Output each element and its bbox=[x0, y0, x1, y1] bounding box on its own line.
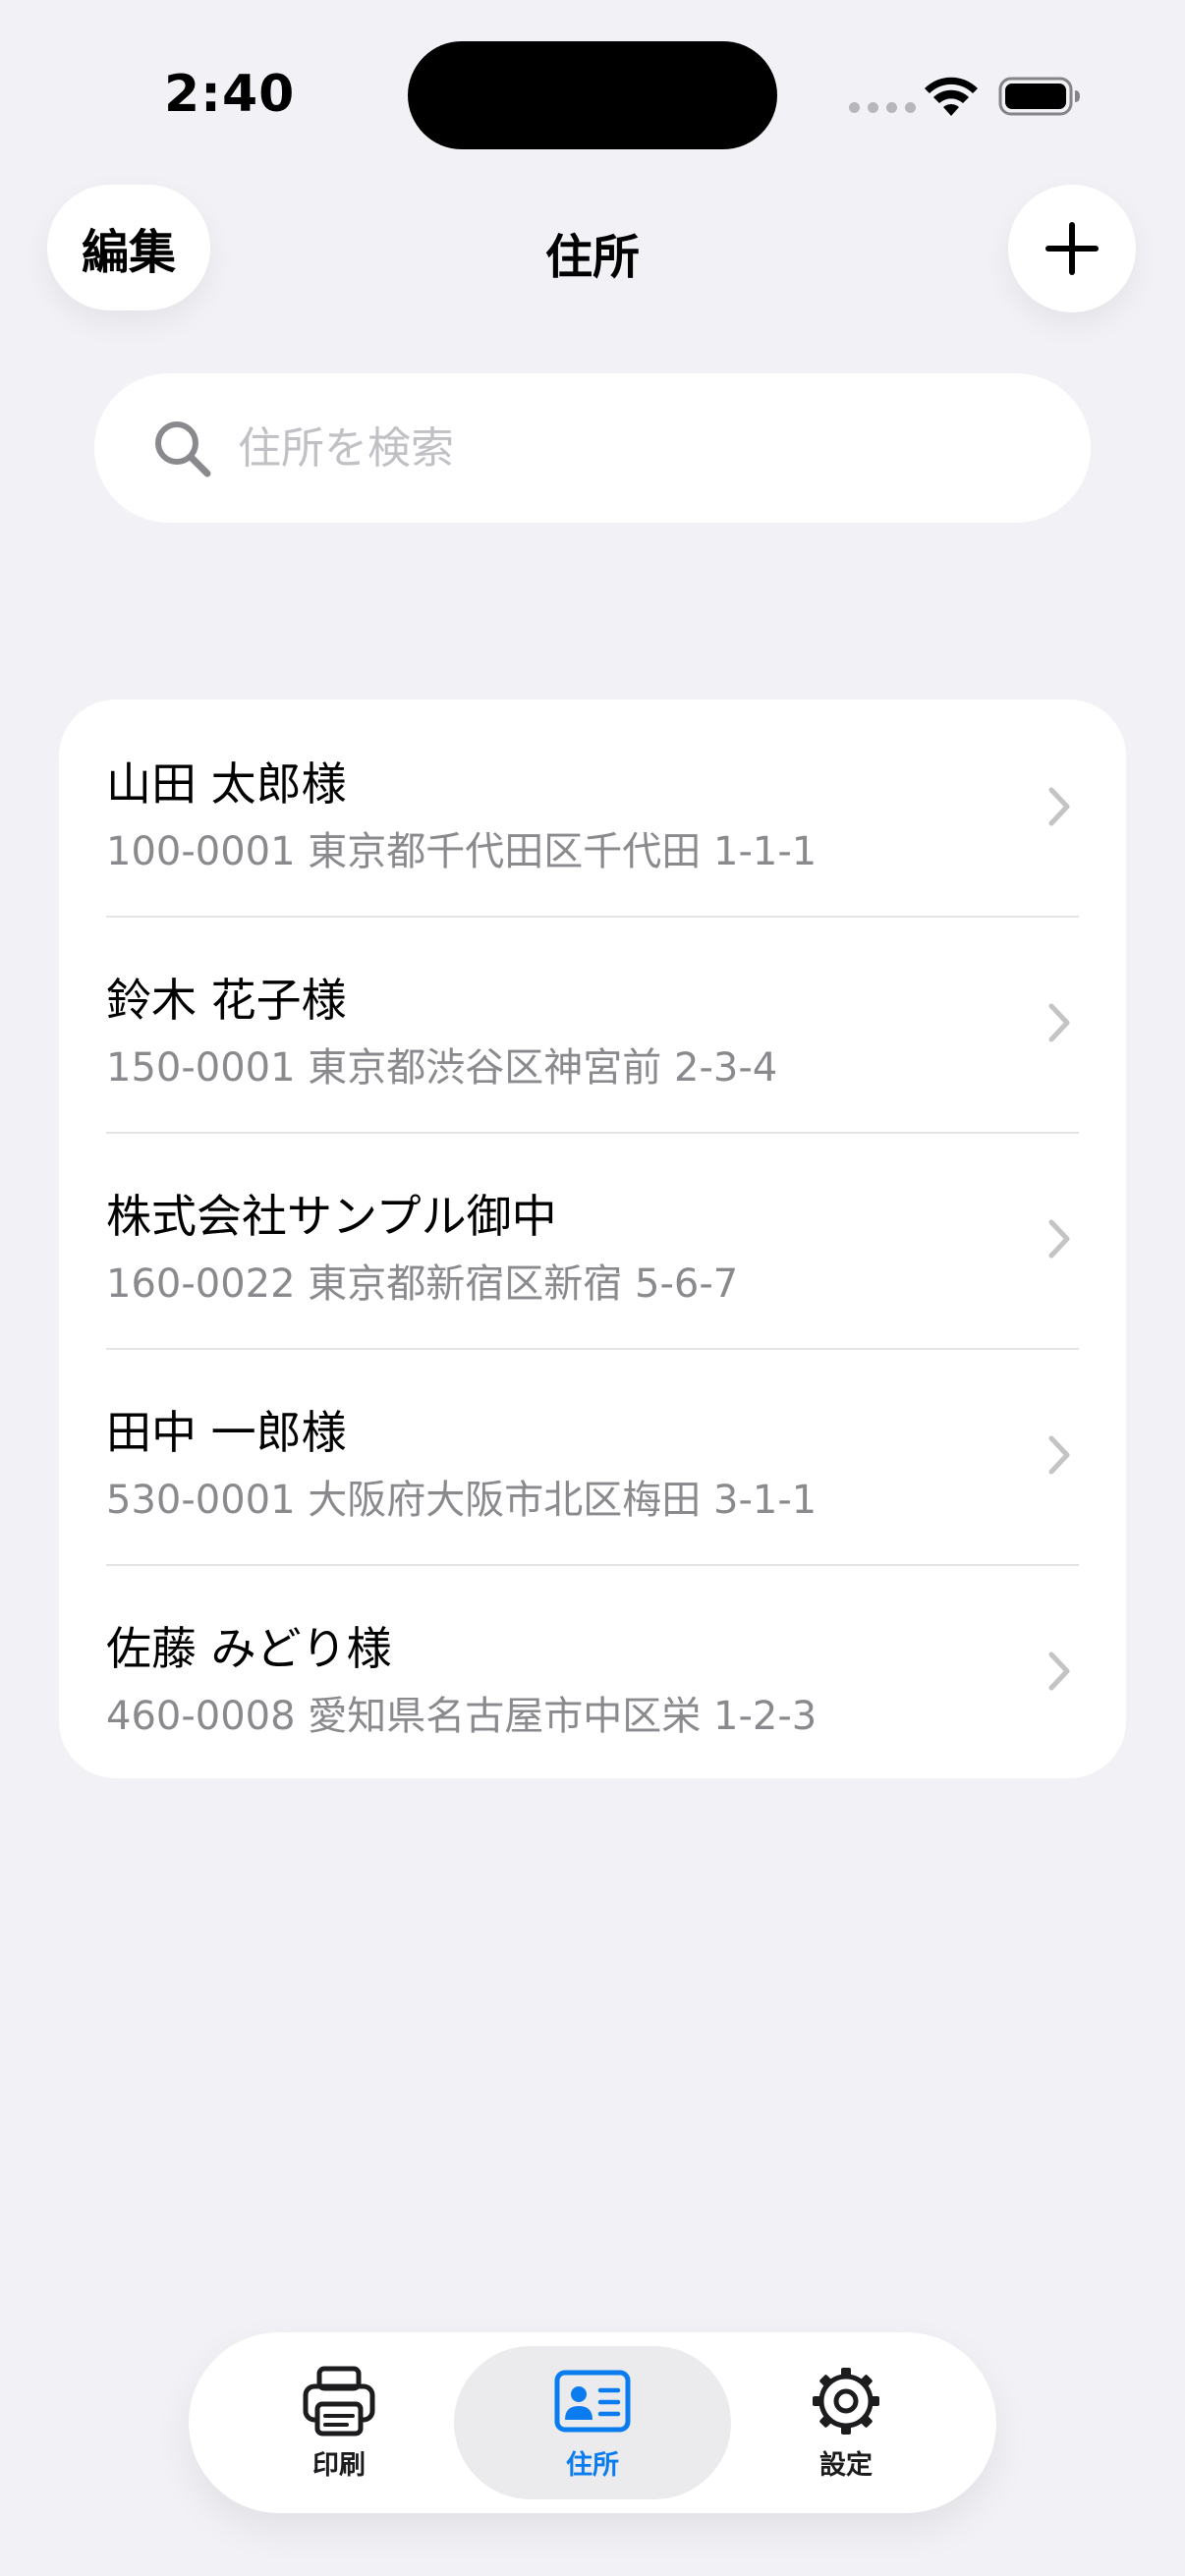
tab-label: 住所 bbox=[566, 2449, 619, 2481]
tab-settings[interactable]: 設定 bbox=[707, 2346, 985, 2499]
dynamic-island bbox=[408, 41, 777, 149]
tab-print[interactable]: 印刷 bbox=[200, 2346, 478, 2499]
chevron-right-icon bbox=[1048, 787, 1070, 826]
status-time: 2:40 bbox=[164, 65, 296, 124]
plus-icon bbox=[1045, 222, 1099, 275]
battery-icon bbox=[998, 77, 1080, 116]
search-icon bbox=[155, 421, 211, 477]
recipient-name: 鈴木 花子様 bbox=[106, 974, 347, 1027]
recipient-name: 田中 一郎様 bbox=[106, 1406, 347, 1459]
tab-label: 設定 bbox=[819, 2449, 873, 2481]
tab-address[interactable]: 住所 bbox=[454, 2346, 731, 2499]
page-title: 住所 bbox=[544, 230, 640, 285]
chevron-right-icon bbox=[1048, 1435, 1070, 1475]
recipient-name: 佐藤 みどり様 bbox=[106, 1622, 392, 1675]
recipient-address: 100-0001 東京都千代田区千代田 1-1-1 bbox=[106, 829, 818, 874]
chevron-right-icon bbox=[1048, 1652, 1070, 1691]
contact-card-icon bbox=[554, 2370, 631, 2432]
address-list-item[interactable]: 田中 一郎様 530-0001 大阪府大阪市北区梅田 3-1-1 bbox=[59, 1348, 1126, 1564]
search-input[interactable] bbox=[236, 421, 1045, 475]
recipient-address: 460-0008 愛知県名古屋市中区栄 1-2-3 bbox=[106, 1694, 818, 1739]
gear-icon bbox=[813, 2367, 879, 2435]
chevron-right-icon bbox=[1048, 1003, 1070, 1042]
printer-icon bbox=[303, 2366, 375, 2436]
wifi-icon bbox=[925, 77, 978, 116]
search-bar bbox=[94, 373, 1091, 523]
tab-label: 印刷 bbox=[312, 2449, 366, 2481]
address-list-item[interactable]: 株式会社サンプル御中 160-0022 東京都新宿区新宿 5-6-7 bbox=[59, 1132, 1126, 1348]
recipient-address: 160-0022 東京都新宿区新宿 5-6-7 bbox=[106, 1261, 739, 1307]
recipient-name: 山田 太郎様 bbox=[106, 757, 347, 811]
add-address-button[interactable] bbox=[1008, 185, 1136, 312]
tab-bar: 印刷 住所 設定 bbox=[189, 2332, 996, 2513]
address-list-item[interactable]: 山田 太郎様 100-0001 東京都千代田区千代田 1-1-1 bbox=[59, 700, 1126, 916]
chevron-right-icon bbox=[1048, 1219, 1070, 1259]
address-list: 山田 太郎様 100-0001 東京都千代田区千代田 1-1-1 鈴木 花子様 … bbox=[59, 700, 1126, 1778]
address-list-item[interactable]: 鈴木 花子様 150-0001 東京都渋谷区神宮前 2-3-4 bbox=[59, 916, 1126, 1132]
address-list-item[interactable]: 佐藤 みどり様 460-0008 愛知県名古屋市中区栄 1-2-3 bbox=[59, 1564, 1126, 1778]
recipient-address: 530-0001 大阪府大阪市北区梅田 3-1-1 bbox=[106, 1478, 818, 1523]
recipient-name: 株式会社サンプル御中 bbox=[106, 1190, 557, 1243]
cellular-signal-icon bbox=[849, 102, 916, 113]
recipient-address: 150-0001 東京都渋谷区神宮前 2-3-4 bbox=[106, 1045, 778, 1091]
